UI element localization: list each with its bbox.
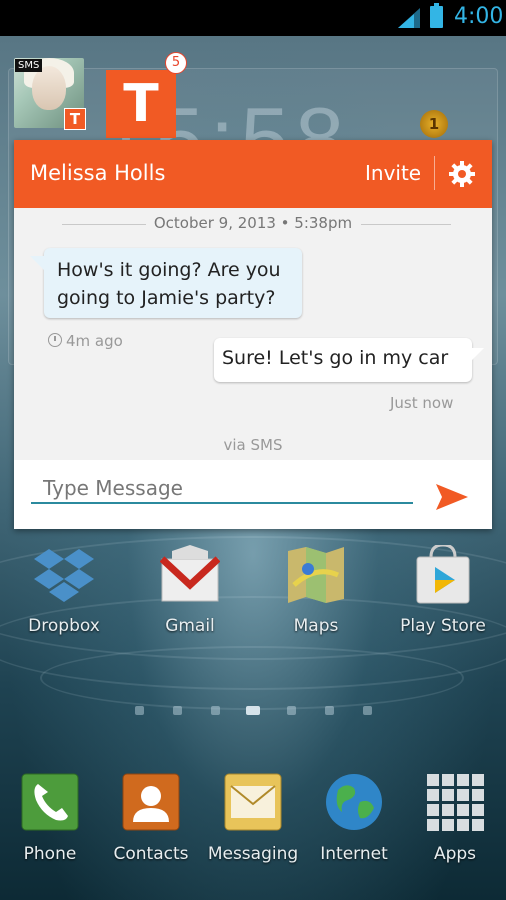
page-dot xyxy=(134,706,144,715)
phone-icon xyxy=(21,773,79,831)
dropbox-icon xyxy=(34,549,94,602)
chat-header: Melissa Holls Invite xyxy=(14,140,492,208)
play-store-icon xyxy=(416,545,470,604)
page-indicator[interactable] xyxy=(0,700,506,720)
message-bubble-incoming[interactable]: How's it going? Are you going to Jamie's… xyxy=(30,248,302,318)
app-maps[interactable]: Maps xyxy=(256,545,376,645)
sms-tag: SMS xyxy=(15,59,43,72)
page-dot xyxy=(324,706,334,715)
header-divider xyxy=(434,156,435,190)
contact-name[interactable]: Melissa Holls xyxy=(30,161,165,185)
app-gmail[interactable]: Gmail xyxy=(130,545,250,645)
battery-icon xyxy=(430,3,443,28)
page-dot xyxy=(286,706,296,715)
gmail-icon xyxy=(160,545,220,602)
message-input[interactable] xyxy=(31,474,413,504)
app-mini-icon: T xyxy=(64,108,86,130)
date-separator: October 9, 2013 • 5:38pm xyxy=(153,214,353,232)
message-text-line: How's it going? Are you xyxy=(57,259,281,281)
weather-badge-icon: 1 xyxy=(420,110,448,138)
app-label: Maps xyxy=(293,616,339,636)
composer-bar xyxy=(14,460,492,529)
maps-icon xyxy=(288,547,344,603)
message-text-line: going to Jamie's party? xyxy=(57,287,276,309)
via-label: via SMS xyxy=(223,436,283,454)
app-drawer[interactable]: Apps xyxy=(395,772,506,872)
apps-grid-icon xyxy=(427,774,484,831)
message-bubble-outgoing[interactable]: Sure! Let's go in my car xyxy=(214,338,484,382)
page-dot xyxy=(362,706,372,715)
app-play-store[interactable]: Play Store xyxy=(383,545,503,645)
globe-icon xyxy=(326,774,382,830)
unread-badge: 5 xyxy=(165,52,187,74)
app-label: Play Store xyxy=(400,616,486,636)
app-label: Gmail xyxy=(165,616,215,636)
status-bar: 4:00 xyxy=(0,0,506,36)
gear-icon[interactable] xyxy=(448,160,476,188)
app-dropbox[interactable]: Dropbox xyxy=(4,545,124,645)
signal-icon xyxy=(398,8,420,28)
message-text: Sure! Let's go in my car xyxy=(222,347,449,369)
send-icon[interactable] xyxy=(434,482,470,512)
messaging-icon xyxy=(224,773,282,831)
app-label: Apps xyxy=(433,844,477,864)
invite-button[interactable]: Invite xyxy=(365,161,421,185)
status-clock: 4:00 xyxy=(454,4,504,29)
chat-popup: Melissa Holls Invite October 9, 2013 • 5… xyxy=(14,140,492,529)
message-timestamp: 4m ago xyxy=(48,332,123,350)
app-label: Dropbox xyxy=(28,616,100,636)
contacts-icon xyxy=(122,773,180,831)
app-chat-head[interactable]: T xyxy=(106,70,176,138)
message-timestamp: Just now xyxy=(390,394,454,412)
page-dot xyxy=(210,706,220,715)
page-dot xyxy=(172,706,182,715)
page-dot-active xyxy=(246,706,260,715)
clock-icon xyxy=(48,333,62,347)
